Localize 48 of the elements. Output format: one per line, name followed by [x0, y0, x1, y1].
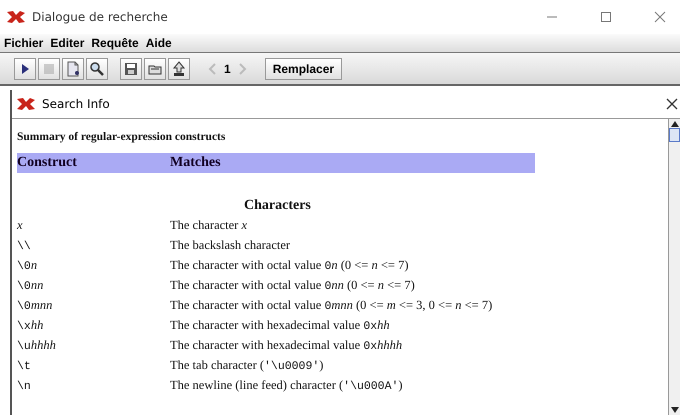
- table-cell-text: \0nn: [17, 278, 44, 292]
- replace-button[interactable]: Remplacer: [264, 58, 342, 80]
- table-cell-text: \0mnn: [17, 298, 54, 312]
- table-cell: The character with hexadecimal value 0xhhhh: [170, 338, 402, 352]
- search-button[interactable]: [86, 58, 108, 80]
- menu-item[interactable]: Fichier: [4, 36, 44, 50]
- upload-button[interactable]: [168, 58, 190, 80]
- play-button[interactable]: [14, 58, 36, 80]
- table-cell-text: x: [17, 218, 24, 232]
- new-button[interactable]: [62, 58, 84, 80]
- table-cell: The character with octal value 0mnn (0 <= m <= 3, 0 <= n <= 7): [170, 298, 492, 312]
- open-button[interactable]: [144, 58, 166, 80]
- panel-title: Search Info: [42, 97, 110, 111]
- save-button[interactable]: [120, 58, 142, 80]
- table-cell: The character with octal value 0nn (0 <= n <= 7): [170, 278, 415, 292]
- scroll-thumb[interactable]: [669, 128, 680, 142]
- chevron-left-icon: [207, 62, 217, 74]
- table-cell-text: \xhh: [17, 318, 44, 332]
- scroll-down-icon[interactable]: [670, 407, 678, 413]
- table-cell: The backslash character: [170, 238, 290, 252]
- menu-item[interactable]: Aide: [146, 36, 172, 50]
- section-heading: Characters: [244, 198, 311, 213]
- table-cell: The character with octal value 0n (0 <= n <= 7): [170, 258, 408, 272]
- app-logo-icon: [6, 10, 26, 24]
- table-cell: The tab character ('\u0009'): [170, 358, 324, 372]
- app-logo-icon: [16, 97, 36, 111]
- table-cell-text: \uhhhh: [17, 338, 57, 352]
- column-header: Construct: [17, 155, 78, 171]
- window-title: Dialogue de recherche: [32, 10, 168, 24]
- column-header: Matches: [170, 155, 221, 171]
- search-icon: [89, 60, 105, 76]
- scrollbar[interactable]: [668, 119, 680, 415]
- table-cell-text: \0n: [17, 258, 38, 272]
- table-cell-text: \n: [17, 378, 32, 392]
- table-cell: The newline (line feed) character ('\u000A'): [170, 378, 403, 392]
- table-cell-text: \\: [17, 238, 32, 252]
- chevron-right-icon: [238, 62, 248, 74]
- new-document-icon: [65, 60, 81, 76]
- summary-heading: Summary of regular-expression constructs: [17, 131, 226, 143]
- table-cell-text: \t: [17, 358, 32, 372]
- maximize-icon[interactable]: [600, 11, 612, 23]
- table-cell: The character x: [170, 218, 248, 232]
- page-number: 1: [224, 62, 231, 76]
- menu-item[interactable]: Requête: [91, 36, 139, 50]
- menu-item[interactable]: Editer: [50, 36, 84, 50]
- table-cell: The character with hexadecimal value 0xhh: [170, 318, 390, 332]
- upload-arrow-icon: [171, 60, 187, 76]
- close-icon[interactable]: [666, 98, 678, 110]
